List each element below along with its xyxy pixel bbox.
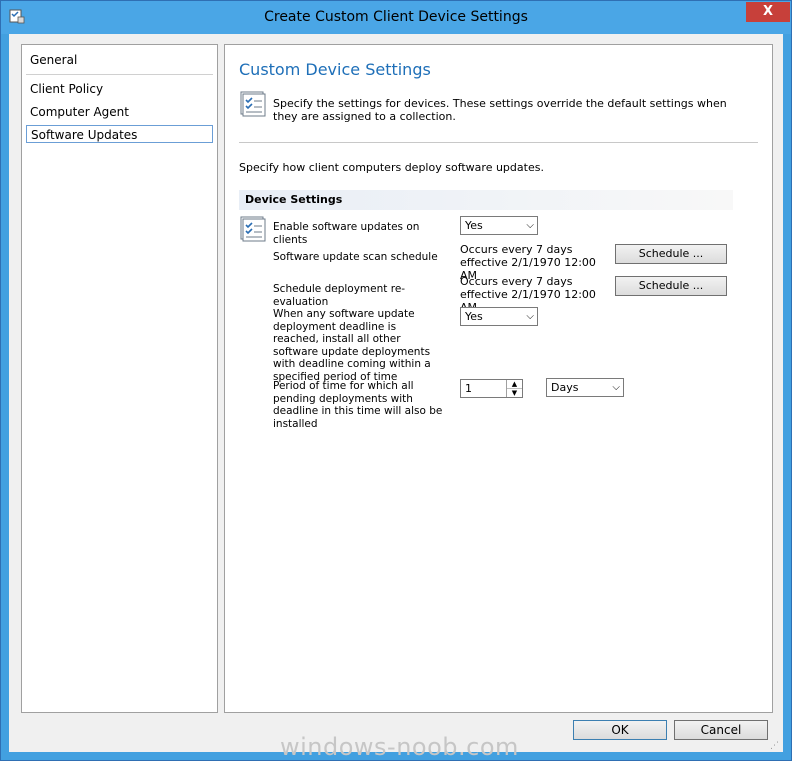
chevron-down-icon[interactable]: ▼ xyxy=(507,389,522,397)
section-title: Device Settings xyxy=(245,193,343,206)
chevron-down-icon: ⌵ xyxy=(526,220,534,231)
nav-item-general[interactable]: General xyxy=(30,51,77,69)
reevaluation-label: Schedule deployment re-evaluation xyxy=(273,283,406,308)
scan-schedule-button[interactable]: Schedule ... xyxy=(615,244,727,264)
settings-pane: Custom Device Settings Specify the setti… xyxy=(224,44,773,713)
navigation-pane: General Client Policy Computer Agent Sof… xyxy=(21,44,218,713)
nav-separator xyxy=(26,74,213,75)
chevron-down-icon: ⌵ xyxy=(526,311,534,322)
scan-schedule-label: Software update scan schedule xyxy=(273,251,438,263)
nav-item-client-policy[interactable]: Client Policy xyxy=(30,80,103,98)
title-bar[interactable]: Create Custom Client Device Settings X xyxy=(1,1,791,34)
cancel-button[interactable]: Cancel xyxy=(674,720,768,740)
instruction-text: Specify how client computers deploy soft… xyxy=(239,161,544,174)
ok-button[interactable]: OK xyxy=(573,720,667,740)
dialog-window: Create Custom Client Device Settings X G… xyxy=(0,0,792,761)
stepper-buttons: ▲ ▼ xyxy=(506,380,522,397)
period-unit-select[interactable]: Days ⌵ xyxy=(546,378,624,397)
nav-item-computer-agent[interactable]: Computer Agent xyxy=(30,103,129,121)
select-value: Yes xyxy=(465,310,483,323)
chevron-up-icon[interactable]: ▲ xyxy=(507,380,522,389)
section-header: Device Settings xyxy=(239,190,733,210)
select-value: Days xyxy=(551,381,579,394)
window-title: Create Custom Client Device Settings xyxy=(264,9,528,25)
checklist-icon xyxy=(240,91,266,117)
close-button[interactable]: X xyxy=(746,2,790,22)
deadline-label: When any software update deployment dead… xyxy=(273,308,431,383)
divider xyxy=(239,142,758,143)
deadline-select[interactable]: Yes ⌵ xyxy=(460,307,538,326)
period-label: Period of time for which all pending dep… xyxy=(273,380,443,430)
page-title: Custom Device Settings xyxy=(239,60,431,79)
period-stepper[interactable]: 1 ▲ ▼ xyxy=(460,379,523,398)
enable-updates-select[interactable]: Yes ⌵ xyxy=(460,216,538,235)
nav-item-software-updates[interactable]: Software Updates xyxy=(26,125,213,143)
page-description: Specify the settings for devices. These … xyxy=(273,97,727,123)
chevron-down-icon: ⌵ xyxy=(612,382,620,393)
resize-grip-icon[interactable]: ⋰ xyxy=(770,741,779,751)
checklist-icon xyxy=(240,216,266,242)
reevaluation-schedule-button[interactable]: Schedule ... xyxy=(615,276,727,296)
period-value: 1 xyxy=(465,382,472,395)
watermark: windows-noob.com xyxy=(280,733,519,761)
dialog-body: General Client Policy Computer Agent Sof… xyxy=(9,34,783,752)
enable-updates-label: Enable software updates on clients xyxy=(273,221,420,246)
select-value: Yes xyxy=(465,219,483,232)
